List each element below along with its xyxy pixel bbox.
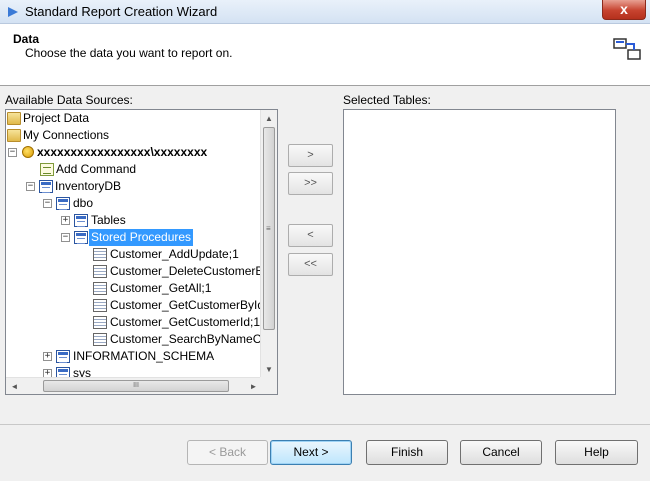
folder-icon [7, 112, 21, 125]
cancel-button[interactable]: Cancel [460, 440, 542, 465]
scroll-down-arrow-icon[interactable]: ▼ [261, 361, 277, 378]
remove-all-button[interactable]: << [288, 253, 333, 276]
tree-item-label: xxxxxxxxxxxxxxxxx\xxxxxxxx [37, 145, 208, 159]
add-all-button[interactable]: >> [288, 172, 333, 195]
tree-item-label: Project Data [23, 111, 90, 125]
vertical-scroll-thumb[interactable]: ≡ [263, 127, 275, 330]
tree-item-label: Tables [91, 213, 126, 227]
collapse-toggle-icon[interactable]: − [26, 182, 35, 191]
stored-procedure-icon [93, 265, 107, 278]
tree-item-label: Customer_GetCustomerId;1 [110, 315, 261, 329]
scroll-grip-icon: ≡ [266, 224, 271, 233]
collapse-toggle-icon[interactable]: − [8, 148, 17, 157]
schema-icon [56, 197, 70, 210]
step-subtitle: Choose the data you want to report on. [25, 46, 233, 60]
report-wizard-icon [613, 38, 641, 60]
tree-item-label: INFORMATION_SCHEMA [73, 349, 215, 363]
stored-procedure-icon [93, 299, 107, 312]
tree-horizontal-scrollbar[interactable]: ◄ III ► [6, 377, 262, 394]
tree-vertical-scrollbar[interactable]: ▲ ≡ ▼ [260, 110, 277, 378]
collapse-toggle-icon[interactable]: − [61, 233, 70, 242]
scroll-left-arrow-icon[interactable]: ◄ [6, 378, 23, 394]
stored-procedure-icon [93, 316, 107, 329]
tree-item-label: Add Command [56, 162, 137, 176]
database-icon [39, 180, 53, 193]
wizard-content: Available Data Sources: Selected Tables:… [0, 86, 650, 424]
tree-item-label: Customer_AddUpdate;1 [110, 247, 239, 261]
remove-selected-button[interactable]: < [288, 224, 333, 247]
next-button[interactable]: Next > [270, 440, 352, 465]
tree-item-label: Stored Procedures [89, 229, 194, 246]
selected-tables-list[interactable] [343, 109, 616, 395]
schema-icon [56, 350, 70, 363]
title-bar: Standard Report Creation Wizard x [0, 0, 650, 24]
selected-tables-label: Selected Tables: [343, 93, 431, 107]
add-command-icon [40, 163, 54, 176]
back-button[interactable]: < Back [187, 440, 268, 465]
scrollbar-corner [260, 377, 277, 394]
folder-icon [7, 129, 21, 142]
add-selected-button[interactable]: > [288, 144, 333, 167]
stored-procedure-icon [93, 333, 107, 346]
available-sources-label: Available Data Sources: [5, 93, 133, 107]
scroll-up-arrow-icon[interactable]: ▲ [261, 110, 277, 127]
wizard-header: Data Choose the data you want to report … [0, 24, 650, 86]
collapse-toggle-icon[interactable]: − [43, 199, 52, 208]
tree-item-label: My Connections [23, 128, 110, 142]
help-button[interactable]: Help [555, 440, 638, 465]
tree-item-label: Customer_SearchByNameCity;1 [110, 332, 278, 346]
wizard-footer: < Back Next > Finish Cancel Help [0, 424, 650, 481]
window-title: Standard Report Creation Wizard [25, 4, 218, 19]
tree-item-label: Customer_GetCustomerById;1 [110, 298, 275, 312]
tree-item-label: Customer_GetAll;1 [110, 281, 212, 295]
horizontal-scroll-thumb[interactable]: III [43, 380, 229, 392]
stored-procedure-icon [93, 248, 107, 261]
available-sources-tree[interactable]: Project Data My Connections − xxxxxxxxxx… [5, 109, 278, 395]
stored-procedure-icon [93, 282, 107, 295]
app-icon [8, 7, 18, 17]
tables-folder-icon [74, 214, 88, 227]
close-button[interactable]: x [602, 0, 646, 20]
tree-item-label: InventoryDB [55, 179, 122, 193]
expand-toggle-icon[interactable]: + [43, 352, 52, 361]
tree-item-label: dbo [73, 196, 94, 210]
step-title: Data [13, 32, 40, 46]
server-connection-icon [22, 146, 34, 158]
stored-procedures-folder-icon [74, 231, 88, 244]
expand-toggle-icon[interactable]: + [61, 216, 70, 225]
finish-button[interactable]: Finish [366, 440, 448, 465]
tree-item-label: Customer_DeleteCustomerById;1 [110, 264, 278, 278]
